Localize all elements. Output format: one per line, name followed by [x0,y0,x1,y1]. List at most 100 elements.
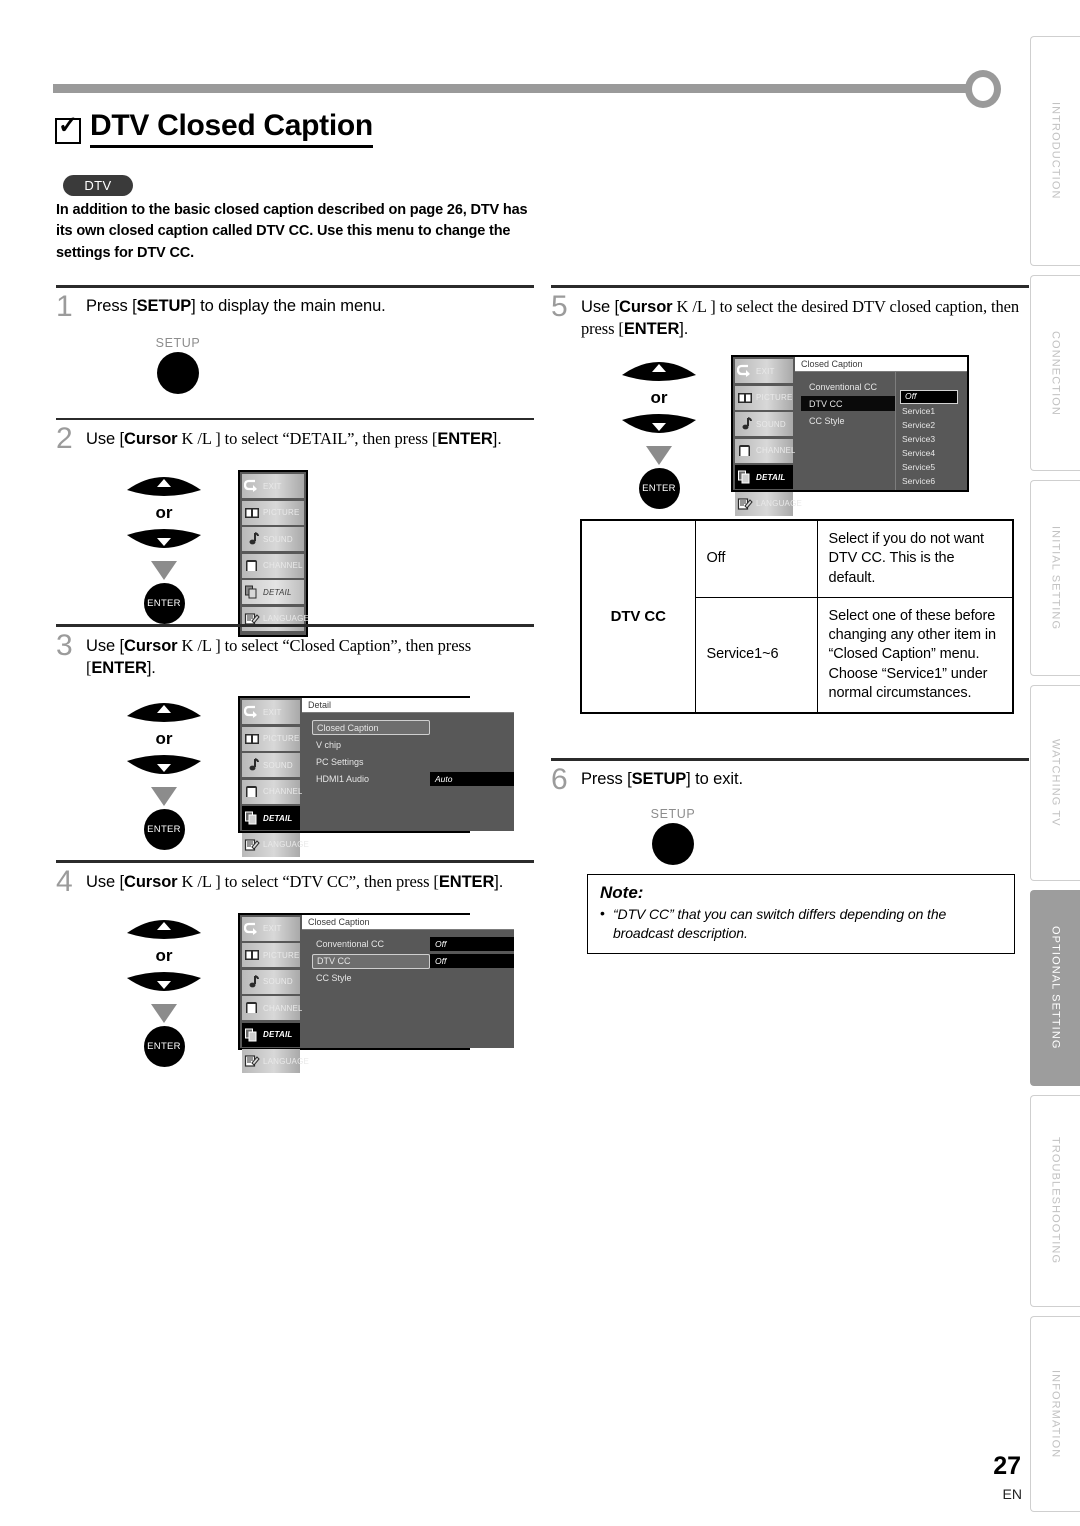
step-text-b: ] to display the main menu. [191,296,386,315]
step-key-name: SETUP [631,769,687,788]
osd-item-channel: CHANNEL [735,438,796,463]
setup-button-dot [157,351,199,394]
step-text-a: Use [ [86,430,125,448]
page-number: 27 [993,1452,1021,1480]
osd-content: Detail Closed Caption V chip PC Settings… [302,698,514,832]
osd-row-label: CC Style [316,973,352,984]
tab-label: INFORMATION [1049,1369,1062,1459]
or-label: or [155,945,173,965]
status-badge: DTV [63,175,133,196]
tab-watching-tv[interactable]: WATCHING TV [1030,685,1080,881]
osd-option: Service1 [902,406,936,417]
step-text-a: Use [ [86,636,125,655]
exit-icon [243,921,260,937]
osd-screen-title: Detail [302,698,514,714]
osd-item-label: LANGUAGE [263,1056,310,1066]
step-instruction: Press [SETUP] to display the main menu. [86,292,386,318]
osd-content: Closed Caption Conventional CC Off DTV CC… [302,914,514,1048]
step-text-b: K /L ] to select “DETAIL”, then press [ [177,429,438,448]
cursor-up-icon [125,696,203,723]
osd-item-label: CHANNEL [756,446,796,456]
step-instruction: Use [Cursor K /L ] to select the desired… [581,292,1029,342]
step-text-c: ]. [494,872,504,891]
section-tabs: INTRODUCTION CONNECTION INITIAL SETTING … [1030,36,1080,1521]
cursor-pad-illustration: or ENTER [104,913,224,1067]
osd-item-detail: DETAIL [242,1022,300,1047]
cursor-up-icon [125,913,203,939]
osd-item-picture: PICTURE [242,726,300,751]
enter-button-illustration: ENTER [143,583,185,624]
osd-item-exit: EXIT [242,700,300,725]
osd-item-label: PICTURE [756,393,793,403]
osd-main-menu: EXIT PICTURE SOUND CHANNEL DETAIL LANGUA… [238,470,310,637]
osd-sidebar: EXIT PICTURE SOUND CHANNEL DETAIL LANGUA… [240,914,309,1074]
osd-item-label: CHANNEL [263,787,303,797]
tab-introduction[interactable]: INTRODUCTION [1030,36,1080,266]
channel-icon [737,443,753,459]
osd-item-language: LANGUAGE [735,491,802,516]
tab-troubleshooting[interactable]: TROUBLESHOOTING [1030,1095,1080,1307]
tab-label: TROUBLESHOOTING [1049,1137,1062,1265]
osd-dtvcc-select-screen: EXIT PICTURE SOUND CHANNEL DETAIL LANGUA… [731,355,969,516]
page-title: DTV Closed Caption [55,110,373,148]
down-arrow-icon [646,446,672,466]
step-key-name-2: ENTER [91,659,147,678]
step-number: 1 [56,289,73,323]
osd-item-picture: PICTURE [242,943,300,968]
osd-closed-caption-screen: EXIT PICTURE SOUND CHANNEL DETAIL LANGUA… [238,912,514,1074]
osd-row-label: HDMI1 Audio [316,773,370,784]
step-key-name-2: ENTER [437,430,493,448]
osd-item-label: SOUND [756,419,786,429]
osd-option: Service3 [902,434,936,445]
tab-information[interactable]: INFORMATION [1030,1316,1080,1512]
osd-item-picture: PICTURE [242,500,304,525]
osd-item-sound: SOUND [735,412,793,437]
tab-connection[interactable]: CONNECTION [1030,275,1080,471]
step-key-name: Cursor [124,872,178,891]
osd-row: DTV CC Off [312,953,514,969]
step-text-b: K /L ] to select “DTV CC”, then press [ [177,871,439,891]
osd-item-label: DETAIL [756,472,786,482]
osd-item-detail: DETAIL [242,806,300,831]
cursor-down-icon [125,971,203,998]
enter-button-illustration: ENTER [638,468,680,510]
osd-item-sound: SOUND [242,527,304,551]
detail-icon [737,469,753,485]
tab-label: WATCHING TV [1049,739,1062,827]
sound-icon [244,531,260,547]
osd-row-list: Closed Caption V chip PC Settings HDMI1 … [302,713,514,786]
tab-label: OPTIONAL SETTING [1049,926,1062,1050]
down-arrow-icon [151,1003,177,1023]
osd-item-label: PICTURE [263,734,300,744]
step-6-keys: SETUP [551,795,1029,865]
osd-item-detail: DETAIL [242,580,304,604]
osd-row-value: Auto [430,771,514,786]
osd-item-label: LANGUAGE [756,499,803,509]
osd-row-label: PC Settings [316,756,364,767]
osd-item-label: LANGUAGE [263,840,310,850]
exit-icon [243,478,260,494]
osd-item-exit: EXIT [735,359,793,384]
osd-item-detail: DETAIL [735,465,793,490]
note-title: Note: [600,883,644,902]
table-cell-option: Service1~6 [694,596,818,714]
osd-item-label: LANGUAGE [263,614,310,623]
step-instruction: Press [SETUP] to exit. [581,765,743,791]
step-key-name: SETUP [136,296,192,315]
step-text-b: ] to exit. [686,769,743,788]
osd-row-value: Off [430,937,514,952]
step-5-illustration: or ENTER EXIT PICTURE SOUND CHANNEL DETA… [551,341,1029,516]
osd-row-value: Off [430,954,514,969]
osd-item-label: EXIT [756,366,775,376]
tab-optional-setting[interactable]: OPTIONAL SETTING [1030,890,1080,1086]
tab-initial-setting[interactable]: INITIAL SETTING [1030,480,1080,676]
osd-item-label: SOUND [263,534,293,544]
tab-label: INTRODUCTION [1049,102,1062,200]
step-key-name: Cursor [619,297,673,316]
step-number: 4 [56,864,73,898]
osd-row: V chip [312,737,514,752]
language-icon [737,496,753,512]
osd-item-language: LANGUAGE [242,1049,309,1074]
exit-icon [243,704,260,720]
osd-option-selected: Off [900,390,958,405]
